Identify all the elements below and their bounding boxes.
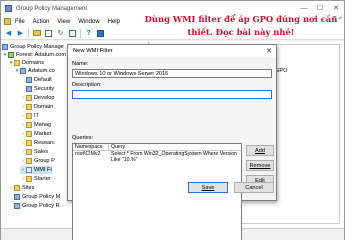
tree-forest[interactable]: ▾ Forest: Adatum.com	[2, 51, 66, 59]
save-button[interactable]: Save	[188, 182, 228, 193]
ou-folder-icon	[26, 149, 32, 155]
modeling-icon	[14, 194, 20, 200]
properties-icon[interactable]	[44, 29, 53, 38]
tree-item[interactable]: › Manag	[20, 121, 51, 129]
gpm-app-icon	[5, 5, 12, 12]
starter-gpo-icon	[26, 176, 32, 182]
tree-item[interactable]: › Domain	[20, 103, 53, 111]
tree-item[interactable]: › Sales	[20, 148, 48, 156]
menu-view[interactable]: View	[53, 19, 74, 25]
ou-folder-icon	[26, 122, 32, 128]
query-cell: Select * From Win32_OperatingSystem Wher…	[111, 151, 237, 163]
tree-item[interactable]: › Starter	[20, 175, 51, 183]
export-icon[interactable]	[68, 29, 77, 38]
cancel-button[interactable]: Cancel	[234, 182, 274, 193]
console-icon[interactable]	[96, 29, 105, 38]
save-button-label: Save	[201, 184, 215, 191]
menu-file[interactable]: File	[11, 19, 29, 25]
ou-folder-icon	[26, 140, 32, 146]
menu-window[interactable]: Window	[74, 19, 103, 25]
name-label: Name:	[72, 61, 89, 67]
name-field[interactable]: Windows 10 or Windows Server 2016	[72, 69, 272, 78]
tree-item[interactable]: Default	[26, 76, 52, 84]
forest-icon	[8, 52, 14, 58]
toolbar-separator	[80, 28, 81, 38]
forward-arrow-icon[interactable]: ▶	[16, 29, 25, 38]
gpm-icon	[2, 44, 8, 50]
dialog-title: New WMI Filter	[68, 45, 276, 57]
refresh-icon[interactable]: ↻	[56, 29, 65, 38]
namespace-cell: root\CIMv2	[75, 151, 101, 157]
wmi-filter-icon	[26, 167, 32, 173]
ou-folder-icon	[26, 131, 32, 137]
remove-button-label: Remove	[249, 162, 271, 169]
gpo-link-icon	[26, 86, 32, 92]
ou-folder-icon	[26, 95, 32, 101]
sites-icon	[14, 185, 20, 191]
new-wmi-filter-dialog: New WMI Filter ✕ Name: Windows 10 or Win…	[67, 44, 277, 240]
tree-root[interactable]: Group Policy Manage	[2, 43, 64, 51]
tree-item[interactable]: Security	[26, 85, 54, 93]
tree-domain[interactable]: ▾ Adatum.co	[14, 67, 55, 75]
back-arrow-icon[interactable]: ◀	[4, 29, 13, 38]
dialog-close-button[interactable]: ✕	[266, 47, 272, 55]
domain-icon	[20, 68, 26, 74]
remove-button[interactable]: Remove	[246, 160, 274, 171]
folder-icon[interactable]	[32, 29, 41, 38]
gpo-folder-icon	[26, 158, 32, 164]
add-button[interactable]: Add	[246, 145, 274, 156]
ou-folder-icon	[26, 104, 32, 110]
tree-item-wmi-filters[interactable]: › WMI Fi	[20, 166, 52, 174]
ou-folder-icon	[26, 113, 32, 119]
help-icon[interactable]: ?	[84, 29, 93, 38]
tree-domains[interactable]: ▾ Domains	[8, 59, 44, 67]
overlay-caption: Dùng WMI filter để áp GPO đúng nơi cần t…	[144, 14, 338, 37]
toolbar-separator	[28, 28, 29, 38]
column-namespace[interactable]: Namespace	[73, 144, 109, 150]
add-button-label: Add	[255, 147, 265, 154]
folder-icon	[14, 60, 20, 66]
tree-item[interactable]: › Develop	[20, 94, 55, 102]
tree-item[interactable]: › IT	[20, 112, 39, 120]
gpo-link-icon	[26, 77, 32, 83]
tree-item[interactable]: › Market	[20, 130, 51, 138]
tree-item[interactable]: › Group P	[20, 157, 55, 165]
table-row[interactable]: root\CIMv2 Select * From Win32_Operating…	[73, 151, 241, 163]
queries-label: Queries:	[72, 135, 94, 141]
window-title: Group Policy Management	[16, 5, 88, 12]
menu-help[interactable]: Help	[104, 19, 124, 25]
column-query[interactable]: Query	[109, 144, 125, 150]
tree-sites[interactable]: › Sites	[8, 184, 34, 192]
queries-header: Namespace Query	[73, 144, 241, 151]
description-label: Description:	[72, 82, 102, 88]
description-field[interactable]	[72, 90, 272, 99]
menu-file-icon	[4, 18, 11, 25]
tree-results[interactable]: Group Policy R	[14, 202, 60, 210]
tree-item[interactable]: › Researc	[20, 139, 55, 147]
tree-modeling[interactable]: Group Policy M	[14, 193, 60, 201]
menu-action[interactable]: Action	[29, 19, 54, 25]
results-icon	[14, 203, 20, 209]
